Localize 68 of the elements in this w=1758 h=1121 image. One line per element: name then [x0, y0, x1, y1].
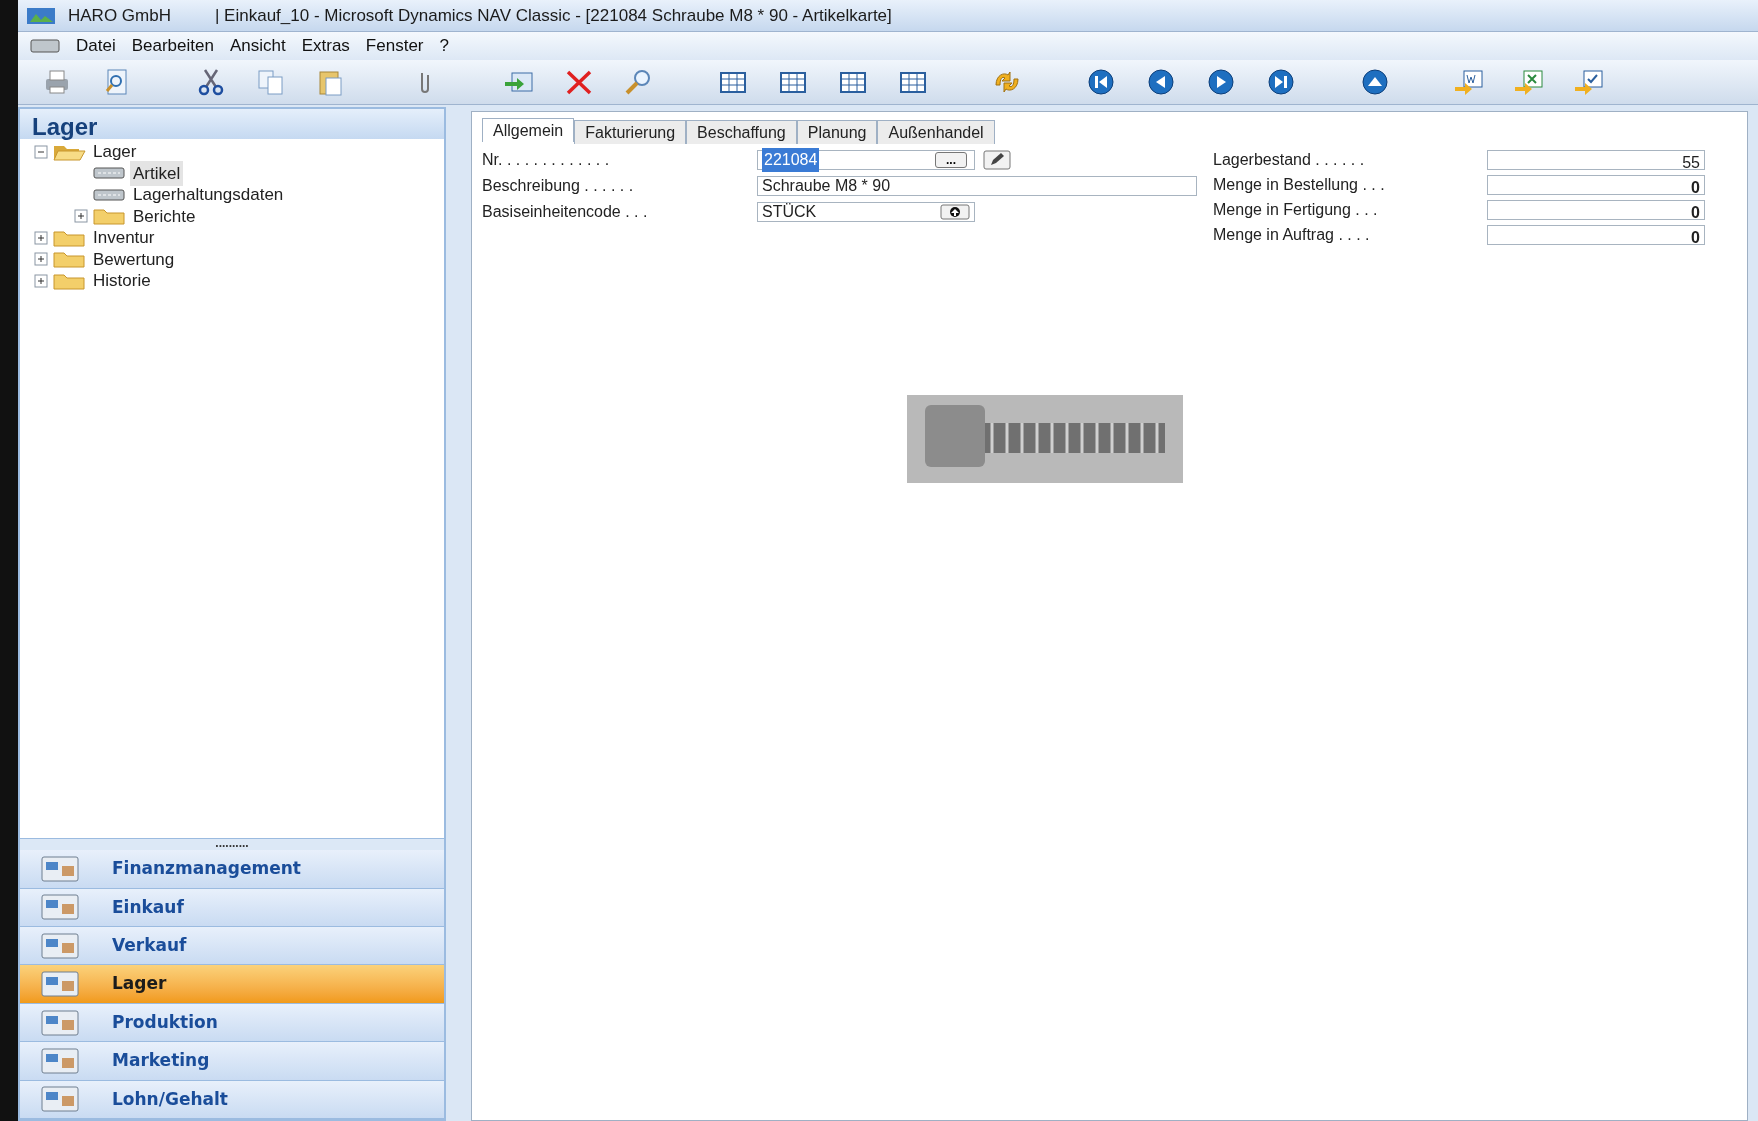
number-field[interactable]: 0: [1487, 225, 1705, 245]
app-icon: [26, 5, 56, 26]
text-field[interactable]: Schraube M8 * 90: [757, 176, 1197, 196]
nav-button[interactable]: Verkauf: [20, 927, 444, 966]
menu-item[interactable]: ?: [439, 33, 449, 59]
module-icon: [40, 1085, 80, 1114]
module-icon: [40, 931, 80, 960]
window-title: HARO GmbH: [68, 4, 171, 27]
nav-label: Verkauf: [112, 934, 187, 957]
tab[interactable]: Fakturierung: [574, 120, 687, 144]
nav-button[interactable]: Finanzmanagement: [20, 850, 444, 889]
nav-button[interactable]: Marketing: [20, 1042, 444, 1081]
field-label: Nr. . . . . . . . . . . . .: [482, 150, 611, 170]
pencil-icon[interactable]: [983, 150, 1011, 170]
module-icon: [40, 854, 80, 883]
lookup-button[interactable]: ...: [935, 152, 967, 168]
number-field[interactable]: 55: [1487, 150, 1705, 170]
field-label: Menge in Bestellung . . .: [1213, 175, 1386, 195]
number-field[interactable]: 0: [1487, 200, 1705, 220]
menu-item[interactable]: Datei: [76, 33, 116, 59]
expand-icon[interactable]: [34, 252, 48, 267]
form-icon: [92, 166, 126, 181]
folder-icon: [52, 228, 86, 247]
module-icon: [40, 1008, 80, 1037]
field-label: Lagerbestand . . . . . .: [1213, 150, 1366, 170]
field-label: Beschreibung . . . . . .: [482, 176, 635, 196]
folder-icon: [92, 207, 126, 226]
text-field[interactable]: STÜCK: [757, 202, 975, 222]
number-field[interactable]: 0: [1487, 175, 1705, 195]
panel-title: Lager: [20, 109, 444, 139]
field-label: Basiseinheitencode . . .: [482, 202, 649, 222]
module-icon: [40, 893, 80, 922]
module-icon: [40, 1046, 80, 1075]
nav-button[interactable]: Lager: [20, 965, 444, 1004]
tab[interactable]: Außenhandel: [877, 120, 995, 144]
nav-label: Einkauf: [112, 895, 184, 919]
nav-button[interactable]: Produktion: [20, 1003, 444, 1043]
nav-button[interactable]: Einkauf: [20, 888, 444, 928]
nav-label: Lohn/Gehalt: [112, 1087, 228, 1111]
expand-icon[interactable]: [34, 273, 48, 288]
tree-item[interactable]: Artikel: [130, 160, 184, 186]
nav-label: Finanzmanagement: [112, 857, 301, 881]
tab[interactable]: Allgemein: [482, 118, 575, 142]
export-checklist-icon[interactable]: [1572, 67, 1606, 97]
form-icon[interactable]: [30, 38, 60, 54]
folder-icon: [52, 271, 86, 290]
splitter[interactable]: ..........: [20, 838, 444, 851]
field-label: Menge in Auftrag . . . .: [1213, 225, 1371, 245]
nav-label: Lager: [112, 972, 167, 996]
field-label: Menge in Fertigung . . .: [1213, 200, 1379, 220]
module-icon: [40, 970, 80, 999]
menu-item[interactable]: Extras: [301, 33, 350, 59]
menu-item[interactable]: Ansicht: [229, 33, 286, 59]
expand-icon[interactable]: [74, 209, 88, 224]
expand-icon[interactable]: [34, 230, 48, 245]
form-icon: [92, 187, 126, 202]
export-word-icon[interactable]: [1452, 67, 1486, 97]
export-excel-icon[interactable]: [1512, 67, 1546, 97]
nav-button[interactable]: Lohn/Gehalt: [20, 1080, 444, 1119]
menu-item[interactable]: Bearbeiten: [131, 33, 214, 59]
tab[interactable]: Beschaffung: [686, 120, 797, 144]
folder-icon: [52, 250, 86, 269]
tab[interactable]: Planung: [796, 120, 878, 144]
menu-item[interactable]: Fenster: [365, 33, 424, 59]
window-title: | Einkauf_10 - Microsoft Dynamics NAV Classic - [221084 Schraube M8 * 90 - Artikelkarte]: [214, 4, 892, 27]
nav-label: Marketing: [112, 1049, 210, 1073]
collapse-icon[interactable]: [34, 144, 48, 159]
nav-label: Produktion: [112, 1010, 218, 1034]
